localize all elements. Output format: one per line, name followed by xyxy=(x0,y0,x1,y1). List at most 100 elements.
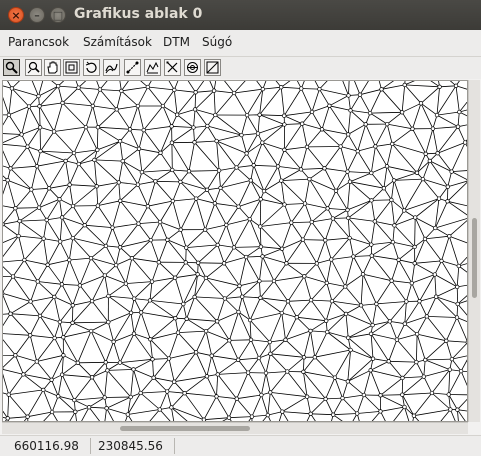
mesh-vertex xyxy=(234,165,239,170)
mesh-edge xyxy=(458,256,467,267)
mesh-edge xyxy=(422,178,448,188)
mesh-edge xyxy=(77,330,92,363)
graphics-canvas[interactable] xyxy=(2,80,468,422)
mesh-edge xyxy=(155,169,173,182)
mesh-edge xyxy=(47,259,70,266)
mesh-vertex xyxy=(141,127,146,133)
mesh-edge xyxy=(383,166,388,189)
vertical-scrollbar[interactable] xyxy=(468,80,480,422)
mesh-edge xyxy=(88,406,101,421)
mesh-vertex xyxy=(268,351,273,356)
mesh-edge xyxy=(362,255,373,275)
menu-parancsok[interactable]: Parancsok xyxy=(8,35,69,49)
mesh-vertex xyxy=(158,150,163,155)
zoom-tool[interactable] xyxy=(25,59,42,76)
mesh-vertex xyxy=(195,272,200,277)
menu-sugo[interactable]: Súgó xyxy=(202,35,232,49)
mesh-vertex xyxy=(28,333,33,338)
mesh-edge xyxy=(141,312,176,319)
mesh-vertex xyxy=(271,278,277,284)
delete-edge-tool[interactable] xyxy=(164,59,181,76)
zoom-window-tool[interactable] xyxy=(3,59,20,76)
mesh-edge xyxy=(448,236,460,267)
vertical-scroll-thumb[interactable] xyxy=(472,218,477,298)
mesh-edge xyxy=(104,275,109,297)
mesh-vertex xyxy=(201,417,207,421)
horizontal-scrollbar[interactable] xyxy=(2,422,468,434)
mesh-edge xyxy=(85,126,98,151)
mesh-edge xyxy=(249,297,261,321)
mesh-edge xyxy=(43,219,48,239)
mesh-vertex xyxy=(282,113,287,118)
mesh-edge xyxy=(445,340,453,360)
mesh-edge xyxy=(49,184,70,189)
mesh-vertex xyxy=(49,377,54,382)
mesh-edge xyxy=(406,282,413,302)
minimize-window-button[interactable]: – xyxy=(29,7,45,23)
mesh-edge xyxy=(184,392,217,397)
mesh-vertex xyxy=(13,353,18,358)
mesh-edge xyxy=(316,259,332,264)
mesh-edge xyxy=(89,406,107,409)
mesh-vertex xyxy=(127,127,133,132)
mesh-edge xyxy=(162,89,175,107)
mesh-edge xyxy=(259,256,263,282)
close-window-button[interactable]: × xyxy=(8,7,24,23)
mesh-edge xyxy=(345,305,362,315)
mesh-vertex xyxy=(9,86,15,91)
mesh-edge xyxy=(133,369,154,379)
mesh-edge xyxy=(140,81,149,88)
mesh-edge xyxy=(434,260,442,275)
mesh-edge xyxy=(188,142,195,172)
profile-tool[interactable] xyxy=(144,59,161,76)
mesh-edge xyxy=(404,323,418,335)
mesh-edge xyxy=(119,129,131,142)
mesh-edge xyxy=(404,301,407,324)
mesh-edge xyxy=(309,167,325,180)
mesh-vertex xyxy=(105,368,110,373)
mesh-edge xyxy=(23,361,38,375)
edge-tool[interactable] xyxy=(124,59,141,76)
mesh-edge xyxy=(342,397,358,414)
mesh-edge xyxy=(425,359,450,370)
mesh-vertex xyxy=(67,182,72,187)
settings-tool[interactable] xyxy=(184,59,201,76)
mesh-edge xyxy=(195,330,207,353)
clear-tool[interactable] xyxy=(204,59,221,76)
menu-dtm[interactable]: DTM xyxy=(163,35,190,49)
mesh-vertex xyxy=(231,90,237,96)
mesh-edge xyxy=(79,285,93,302)
maximize-window-button[interactable]: □ xyxy=(50,7,66,23)
mesh-vertex xyxy=(400,392,405,397)
mesh-vertex xyxy=(111,339,116,344)
mesh-edge xyxy=(281,178,310,181)
zoom-extents-tool[interactable] xyxy=(63,59,80,76)
mesh-edge xyxy=(130,312,135,334)
pan-tool[interactable] xyxy=(44,59,61,76)
mesh-edge xyxy=(30,281,39,302)
mesh-edge xyxy=(211,340,230,357)
mesh-edge xyxy=(402,392,432,396)
refresh-tool[interactable] xyxy=(83,59,100,76)
mesh-edge xyxy=(304,275,327,284)
mesh-vertex xyxy=(103,360,108,365)
mesh-edge xyxy=(435,286,458,298)
horizontal-scroll-thumb[interactable] xyxy=(120,426,250,431)
mesh-edge xyxy=(386,124,393,144)
mesh-edge xyxy=(325,397,343,400)
mesh-vertex xyxy=(317,86,322,92)
mesh-edge xyxy=(97,126,131,130)
zoom-icon xyxy=(27,61,40,74)
mesh-vertex xyxy=(302,274,307,279)
mesh-edge xyxy=(345,313,373,326)
contour-tool[interactable] xyxy=(103,59,120,76)
mesh-edge xyxy=(62,102,87,128)
mesh-edge xyxy=(333,413,358,416)
mesh-vertex xyxy=(77,283,83,288)
mesh-vertex xyxy=(135,103,141,109)
mesh-edge xyxy=(257,114,260,134)
menu-szamitasok[interactable]: Számítások xyxy=(83,35,152,49)
mesh-edge xyxy=(59,199,63,218)
mesh-edge xyxy=(143,105,164,131)
mesh-edge xyxy=(302,221,313,240)
